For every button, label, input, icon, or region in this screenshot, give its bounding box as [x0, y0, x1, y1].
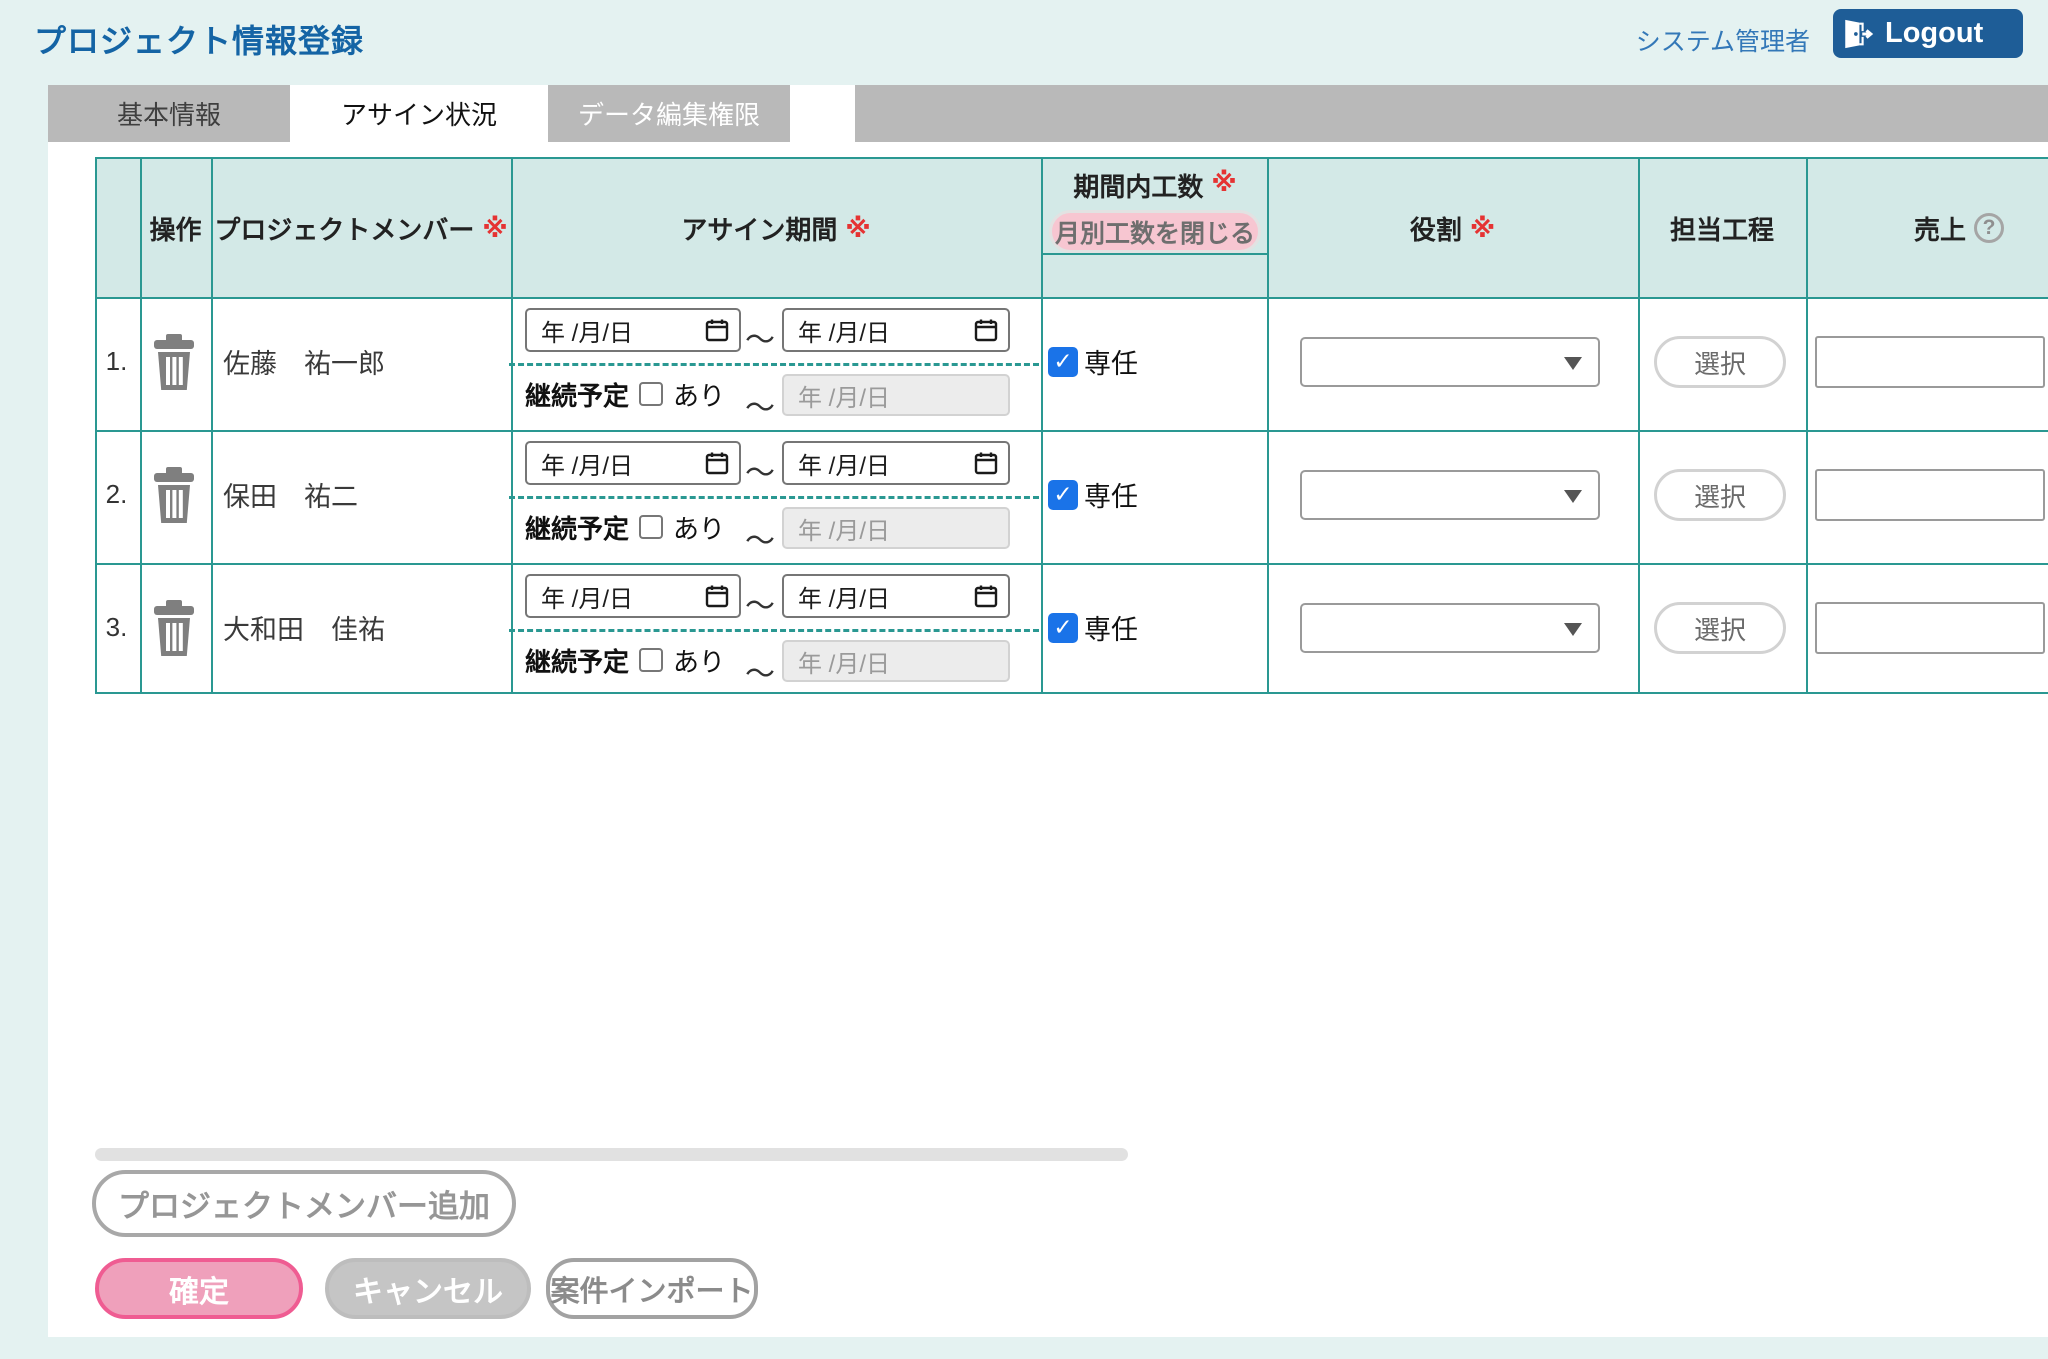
tilde-separator: 〜: [740, 448, 780, 492]
continuation-label: 継続予定: [525, 376, 629, 413]
delete-member-button[interactable]: [138, 561, 209, 694]
logout-label: Logout: [1885, 17, 1983, 50]
table-row: 1. 佐藤 祐一郎 年 /月/日 〜 年 /月/日 継続予定 あり: [95, 295, 2048, 428]
add-member-button[interactable]: プロジェクトメンバー追加: [92, 1170, 516, 1237]
logout-button[interactable]: Logout: [1833, 9, 2023, 58]
tab-basic-info[interactable]: 基本情報: [48, 85, 290, 142]
tab-bar: 基本情報 アサイン状況 データ編集権限: [48, 85, 790, 142]
row-number: 1.: [95, 295, 138, 428]
full-time-label: 専任: [1084, 608, 1138, 647]
chevron-down-icon: [1564, 623, 1582, 636]
sales-input[interactable]: [1815, 602, 2045, 654]
row-number: 3.: [95, 561, 138, 694]
required-mark: ※: [1470, 213, 1495, 244]
period-start-date-input[interactable]: 年 /月/日: [525, 574, 741, 618]
header-process: 担当工程: [1638, 159, 1806, 297]
calendar-icon: [974, 584, 998, 608]
required-mark: ※: [482, 213, 507, 244]
member-name: 大和田 佳祐: [209, 561, 509, 694]
continuation-date-input-disabled: 年 /月/日: [782, 374, 1010, 416]
logout-door-icon: [1841, 17, 1875, 51]
period-divider: [509, 496, 1039, 499]
tab-bar-filler: [855, 85, 2048, 142]
header-operation: 操作: [140, 159, 211, 297]
calendar-icon: [705, 318, 729, 342]
tilde-separator: 〜: [740, 383, 780, 427]
member-name: 佐藤 祐一郎: [209, 295, 509, 428]
period-start-date-input[interactable]: 年 /月/日: [525, 308, 741, 352]
tilde-separator: 〜: [740, 315, 780, 359]
tilde-separator: 〜: [740, 581, 780, 625]
header-assign-period: アサイン期間※: [511, 159, 1041, 297]
delete-member-button[interactable]: [138, 428, 209, 561]
period-end-date-input[interactable]: 年 /月/日: [782, 574, 1010, 618]
role-select[interactable]: [1300, 603, 1600, 653]
cancel-button[interactable]: キャンセル: [325, 1258, 531, 1319]
continuation-checkbox[interactable]: [639, 648, 663, 672]
full-time-checkbox[interactable]: [1048, 613, 1078, 643]
trash-icon: [150, 600, 198, 656]
row-number: 2.: [95, 428, 138, 561]
header-member: プロジェクトメンバー※: [211, 159, 511, 297]
close-monthly-workload-button[interactable]: 月別工数を閉じる: [1049, 210, 1261, 253]
continuation-label: 継続予定: [525, 509, 629, 546]
project-info-registration-page: プロジェクト情報登録 システム管理者 Logout 基本情報 アサイン状況 デー…: [0, 0, 2048, 1359]
calendar-icon: [974, 318, 998, 342]
tab-data-edit-permission[interactable]: データ編集権限: [548, 85, 790, 142]
period-start-date-input[interactable]: 年 /月/日: [525, 441, 741, 485]
calendar-icon: [705, 451, 729, 475]
role-select[interactable]: [1300, 470, 1600, 520]
full-time-checkbox[interactable]: [1048, 480, 1078, 510]
table-row: 2. 保田 祐二 年 /月/日 〜 年 /月/日 継続予定 あり: [95, 428, 2048, 561]
tab-assign-status[interactable]: アサイン状況: [298, 85, 540, 142]
user-role-label: システム管理者: [1636, 22, 1810, 58]
full-time-checkbox[interactable]: [1048, 347, 1078, 377]
role-select[interactable]: [1300, 337, 1600, 387]
trash-icon: [150, 334, 198, 390]
full-time-label: 専任: [1084, 342, 1138, 381]
period-end-date-input[interactable]: 年 /月/日: [782, 441, 1010, 485]
continuation-checkbox[interactable]: [639, 382, 663, 406]
tilde-separator: 〜: [740, 649, 780, 693]
delete-member-button[interactable]: [138, 295, 209, 428]
header-period-workload: 期間内工数※ 月別工数を閉じる: [1041, 159, 1269, 253]
continuation-label: 継続予定: [525, 642, 629, 679]
continuation-date-input-disabled: 年 /月/日: [782, 640, 1010, 682]
calendar-icon: [974, 451, 998, 475]
chevron-down-icon: [1564, 490, 1582, 503]
member-name: 保田 祐二: [209, 428, 509, 561]
continuation-option-label: あり: [673, 376, 725, 413]
sales-help-icon[interactable]: ?: [1974, 213, 2004, 243]
process-select-button[interactable]: 選択: [1654, 336, 1786, 388]
sales-input[interactable]: [1815, 336, 2045, 388]
required-mark: ※: [1211, 167, 1236, 204]
period-end-date-input[interactable]: 年 /月/日: [782, 308, 1010, 352]
period-divider: [509, 363, 1039, 366]
period-divider: [509, 629, 1039, 632]
horizontal-scrollbar[interactable]: [95, 1148, 1128, 1161]
page-title: プロジェクト情報登録: [34, 16, 364, 62]
continuation-option-label: あり: [673, 642, 725, 679]
required-mark: ※: [845, 213, 870, 244]
calendar-icon: [705, 584, 729, 608]
chevron-down-icon: [1564, 357, 1582, 370]
process-select-button[interactable]: 選択: [1654, 602, 1786, 654]
process-select-button[interactable]: 選択: [1654, 469, 1786, 521]
table-row: 3. 大和田 佳祐 年 /月/日 〜 年 /月/日 継続予定 あり: [95, 561, 2048, 694]
sales-input[interactable]: [1815, 469, 2045, 521]
header-role: 役割※: [1267, 159, 1638, 297]
continuation-date-input-disabled: 年 /月/日: [782, 507, 1010, 549]
continuation-checkbox[interactable]: [639, 515, 663, 539]
grid-line: [1041, 253, 1269, 255]
import-project-button[interactable]: 案件インポート: [546, 1258, 758, 1319]
full-time-label: 専任: [1084, 475, 1138, 514]
header-sales: 売上 ?: [1806, 159, 2048, 297]
confirm-button[interactable]: 確定: [95, 1258, 303, 1319]
continuation-option-label: あり: [673, 509, 725, 546]
tilde-separator: 〜: [740, 516, 780, 560]
trash-icon: [150, 467, 198, 523]
